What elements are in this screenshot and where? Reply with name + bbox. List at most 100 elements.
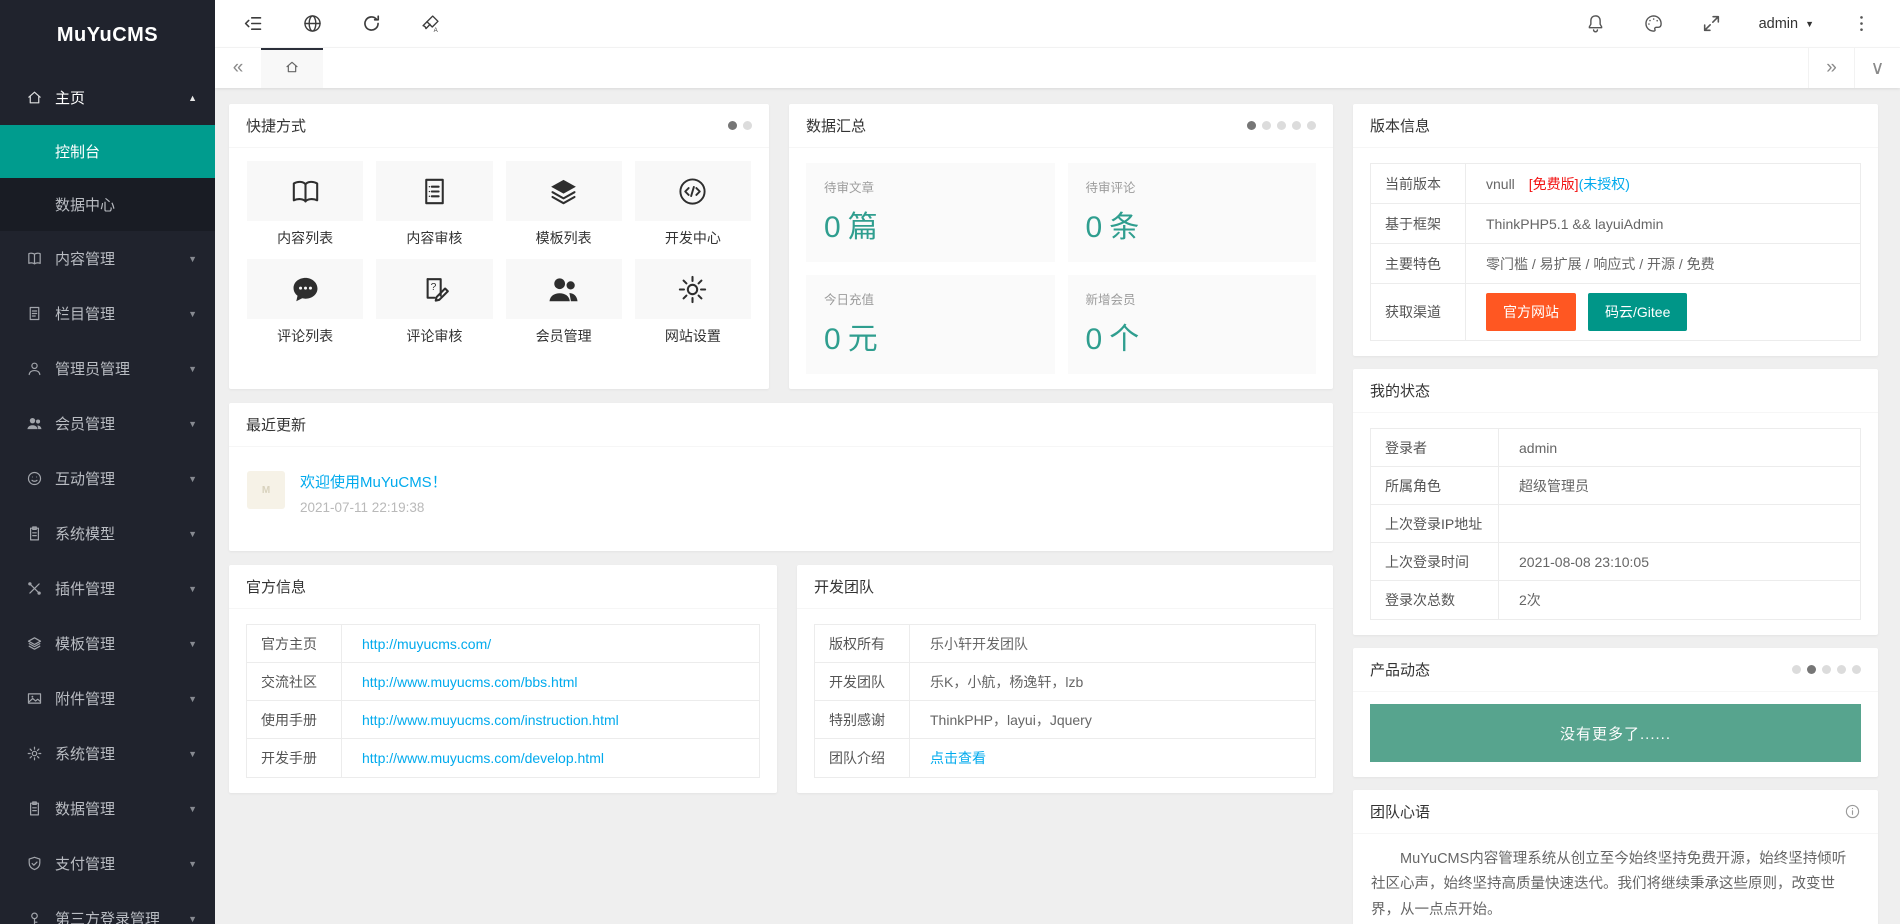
sidebar-item-console[interactable]: 控制台 xyxy=(0,125,215,178)
update-timestamp: 2021-07-11 22:19:38 xyxy=(300,500,447,515)
sidebar-item-home[interactable]: 主页 ▲ xyxy=(0,70,215,125)
team-intro-link[interactable]: 点击查看 xyxy=(930,748,986,768)
sidebar-item-payment-mgmt[interactable]: 支付管理 ▼ xyxy=(0,836,215,891)
table-row: 获取渠道 官方网站 码云/Gitee xyxy=(1371,284,1860,340)
document-icon xyxy=(26,305,43,322)
sidebar-item-label: 系统模型 xyxy=(55,523,115,544)
sidebar-item-column-mgmt[interactable]: 栏目管理 ▼ xyxy=(0,286,215,341)
tabs-scroll-right-button[interactable]: » xyxy=(1808,48,1854,88)
shortcut-comment-audit[interactable]: ? 评论审核 xyxy=(376,259,492,346)
app-logo: MuYuCMS xyxy=(0,0,215,70)
table-row: 交流社区 http://www.muyucms.com/bbs.html xyxy=(247,663,759,701)
shortcut-template-list[interactable]: 模板列表 xyxy=(506,161,622,248)
carousel-dot[interactable] xyxy=(1262,121,1271,130)
chevron-down-icon: ▼ xyxy=(188,419,197,429)
carousel-dot[interactable] xyxy=(728,121,737,130)
sidebar-item-template-mgmt[interactable]: 模板管理 ▼ xyxy=(0,616,215,671)
version-auth-link[interactable]: (未授权) xyxy=(1579,174,1630,194)
sidebar-item-label: 第三方登录管理 xyxy=(55,908,160,924)
top-bar-left: A xyxy=(243,13,441,34)
image-icon xyxy=(26,690,43,707)
book-icon xyxy=(26,250,43,267)
sidebar-item-interaction-mgmt[interactable]: 互动管理 ▼ xyxy=(0,451,215,506)
user-menu[interactable]: admin ▼ xyxy=(1759,16,1814,32)
card-my-status: 我的状态 登录者 admin 所属角色 超级管理员 上次登录IP地址 xyxy=(1353,369,1878,635)
collapse-menu-icon[interactable] xyxy=(243,13,264,34)
card-dev-team: 开发团队 版权所有 乐小轩开发团队 开发团队 乐K，小航，杨逸轩，lzb xyxy=(797,565,1333,793)
table-row: 开发团队 乐K，小航，杨逸轩，lzb xyxy=(815,663,1315,701)
sidebar-item-data-center[interactable]: 数据中心 xyxy=(0,178,215,231)
table-row: 官方主页 http://muyucms.com/ xyxy=(247,625,759,663)
sidebar-item-plugin-mgmt[interactable]: 插件管理 ▼ xyxy=(0,561,215,616)
table-row: 主要特色 零门槛 / 易扩展 / 响应式 / 开源 / 免费 xyxy=(1371,244,1860,284)
sidebar-item-thirdparty-login[interactable]: 第三方登录管理 ▼ xyxy=(0,891,215,924)
carousel-dot[interactable] xyxy=(1807,665,1816,674)
svg-text:?: ? xyxy=(431,282,437,293)
sidebar-item-admin-mgmt[interactable]: 管理员管理 ▼ xyxy=(0,341,215,396)
card-header: 版本信息 xyxy=(1353,104,1878,148)
card-title: 版本信息 xyxy=(1370,115,1430,136)
stat-new-members[interactable]: 新增会员 0个 xyxy=(1068,275,1317,374)
shortcut-content-list[interactable]: 内容列表 xyxy=(247,161,363,248)
shortcut-site-settings[interactable]: 网站设置 xyxy=(635,259,751,346)
chevron-down-icon: ▼ xyxy=(188,529,197,539)
recent-update-item[interactable]: M 欢迎使用MuYuCMS！ 2021-07-11 22:19:38 xyxy=(229,447,1333,551)
card-title: 数据汇总 xyxy=(806,115,866,136)
manual-link[interactable]: http://www.muyucms.com/instruction.html xyxy=(362,712,619,728)
update-link[interactable]: 欢迎使用MuYuCMS！ xyxy=(300,471,447,492)
carousel-dot[interactable] xyxy=(1822,665,1831,674)
carousel-dot[interactable] xyxy=(1277,121,1286,130)
carousel-dot[interactable] xyxy=(1837,665,1846,674)
official-homepage-link[interactable]: http://muyucms.com/ xyxy=(362,636,491,652)
sidebar-item-label: 栏目管理 xyxy=(55,303,115,324)
carousel-dot[interactable] xyxy=(1852,665,1861,674)
right-column: 版本信息 当前版本 vnull [免费版] (未授权) 基于框架 xyxy=(1353,104,1878,924)
stat-pending-comments[interactable]: 待审评论 0条 xyxy=(1068,163,1317,262)
table-row: 登录者 admin xyxy=(1371,429,1860,467)
tab-home[interactable] xyxy=(261,48,323,88)
theme-palette-icon[interactable] xyxy=(1643,13,1664,34)
shortcut-dev-center[interactable]: 开发中心 xyxy=(635,161,751,248)
carousel-dot[interactable] xyxy=(1247,121,1256,130)
tabs-dropdown-button[interactable]: ∨ xyxy=(1854,48,1900,88)
tab-strip: « » ∨ xyxy=(215,48,1900,88)
notification-bell-icon[interactable] xyxy=(1585,13,1606,34)
more-options-icon[interactable] xyxy=(1851,13,1872,34)
community-link[interactable]: http://www.muyucms.com/bbs.html xyxy=(362,674,578,690)
official-site-button[interactable]: 官方网站 xyxy=(1486,293,1576,331)
gitee-button[interactable]: 码云/Gitee xyxy=(1588,293,1687,331)
sidebar-item-attachment-mgmt[interactable]: 附件管理 ▼ xyxy=(0,671,215,726)
carousel-dot[interactable] xyxy=(743,121,752,130)
shortcut-content-audit[interactable]: 内容审核 xyxy=(376,161,492,248)
sidebar-item-database-mgmt[interactable]: 数据管理 ▼ xyxy=(0,781,215,836)
carousel-dot[interactable] xyxy=(1292,121,1301,130)
update-thumbnail: M xyxy=(247,471,285,509)
home-icon xyxy=(26,89,43,106)
dev-manual-link[interactable]: http://www.muyucms.com/develop.html xyxy=(362,750,604,766)
sidebar-item-content-mgmt[interactable]: 内容管理 ▼ xyxy=(0,231,215,286)
carousel-dot[interactable] xyxy=(1307,121,1316,130)
clipboard-icon xyxy=(26,525,43,542)
tabs-scroll-left-button[interactable]: « xyxy=(215,48,261,88)
sidebar-item-member-mgmt[interactable]: 会员管理 ▼ xyxy=(0,396,215,451)
sidebar-item-system-mgmt[interactable]: 系统管理 ▼ xyxy=(0,726,215,781)
clear-cache-brush-icon[interactable]: A xyxy=(420,13,441,34)
version-info-table: 当前版本 vnull [免费版] (未授权) 基于框架 ThinkPHP5.1 … xyxy=(1370,163,1861,341)
info-icon[interactable] xyxy=(1844,803,1861,820)
shortcut-member-mgmt[interactable]: 会员管理 xyxy=(506,259,622,346)
card-title: 开发团队 xyxy=(814,576,874,597)
sidebar-menu: 主页 ▲ 控制台 数据中心 内容管理 ▼ 栏目管理 ▼ 管理员管理 ▼ xyxy=(0,70,215,924)
smiley-icon xyxy=(26,470,43,487)
sidebar-item-system-model[interactable]: 系统模型 ▼ xyxy=(0,506,215,561)
stat-pending-articles[interactable]: 待审文章 0篇 xyxy=(806,163,1055,262)
carousel-dot[interactable] xyxy=(1792,665,1801,674)
svg-text:A: A xyxy=(434,27,439,34)
refresh-icon[interactable] xyxy=(361,13,382,34)
globe-icon[interactable] xyxy=(302,13,323,34)
stat-today-recharge[interactable]: 今日充值 0元 xyxy=(806,275,1055,374)
card-title: 官方信息 xyxy=(246,576,306,597)
card-recent-updates: 最近更新 M 欢迎使用MuYuCMS！ 2021-07-11 22:19:38 xyxy=(229,403,1333,551)
shortcut-comment-list[interactable]: 评论列表 xyxy=(247,259,363,346)
fullscreen-icon[interactable] xyxy=(1701,13,1722,34)
update-info: 欢迎使用MuYuCMS！ 2021-07-11 22:19:38 xyxy=(300,471,447,515)
